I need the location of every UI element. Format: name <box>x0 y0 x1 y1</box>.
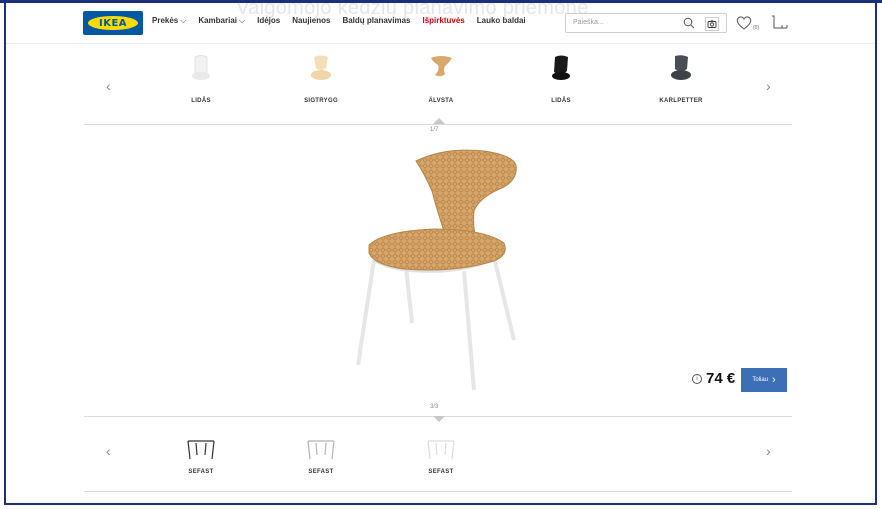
seat-counter: 1/7 <box>430 127 439 133</box>
selected-frame-indicator <box>433 416 445 422</box>
next-button-label: Toliau <box>752 377 768 383</box>
nav-item-new[interactable]: Naujienos <box>292 16 330 26</box>
cart-icon[interactable] <box>770 13 790 33</box>
frame-next-arrow[interactable]: › <box>766 443 771 459</box>
nav-item-sale[interactable]: Išpirktuvės <box>422 16 464 26</box>
frame-light-image <box>427 440 455 460</box>
search-icon[interactable] <box>683 17 695 29</box>
seat-label: LIDÅS <box>191 98 211 104</box>
seat-option-alvsta[interactable]: ÄLVSTA <box>396 54 486 104</box>
frame-black-image <box>187 440 215 460</box>
next-button[interactable]: Toliau › <box>741 368 787 392</box>
ikea-logo[interactable]: IKEA <box>83 11 143 35</box>
seat-label: SIGTRYGG <box>304 98 338 104</box>
nav-item-outdoor[interactable]: Lauko baldai <box>477 16 526 26</box>
heart-icon[interactable] <box>735 14 753 32</box>
frame-option-sefast-white[interactable]: SEFAST <box>276 437 366 475</box>
frame-label: SEFAST <box>428 469 454 475</box>
frame-carousel: ‹ › SEFAST SEFAST SEFAST <box>84 416 792 492</box>
seat-option-sigtrygg[interactable]: SIGTRYGG <box>276 54 366 104</box>
site-header: Valgomojo kėdžių planavimo priemonė IKEA… <box>6 3 875 44</box>
search-input[interactable]: Paieška... <box>565 13 727 33</box>
nav-item-rooms[interactable]: Kambariai ⌵ <box>198 16 245 26</box>
seat-alvsta-image <box>431 56 452 77</box>
seat-label: KARLPETTER <box>659 98 703 104</box>
selected-seat-indicator <box>433 118 445 124</box>
seat-black-image <box>552 55 570 80</box>
price-value: 74 € <box>706 370 736 387</box>
frame-label: SEFAST <box>308 469 334 475</box>
price-section: i 74 € <box>692 370 735 387</box>
frame-prev-arrow[interactable]: ‹ <box>106 443 111 459</box>
frame-label: SEFAST <box>188 469 214 475</box>
seat-option-karlpetter[interactable]: KARLPETTER <box>636 54 726 104</box>
nav-item-planning[interactable]: Baldų planavimas <box>342 16 410 26</box>
favorites-count: (0) <box>753 25 760 31</box>
seat-prev-arrow[interactable]: ‹ <box>106 78 111 94</box>
chevron-right-icon: › <box>772 374 776 386</box>
chevron-down-icon: ⌵ <box>180 16 187 25</box>
seat-option-lidas-white[interactable]: LIDÅS <box>156 54 246 104</box>
frame-option-sefast-light[interactable]: SEFAST <box>396 437 486 475</box>
seat-label: ÄLVSTA <box>428 98 454 104</box>
main-nav: Prekės ⌵ Kambariai ⌵ Idėjos Naujienos Bald… <box>152 16 526 26</box>
frame-white-image <box>307 440 335 460</box>
seat-next-arrow[interactable]: › <box>766 78 771 94</box>
logo-oval: IKEA <box>88 16 138 30</box>
app-frame: Valgomojo kėdžių planavimo priemonė IKEA… <box>4 3 877 505</box>
camera-icon[interactable] <box>705 17 719 31</box>
seat-karlpetter-image <box>671 55 691 80</box>
nav-item-products[interactable]: Prekės ⌵ <box>152 16 186 26</box>
logo-text: IKEA <box>98 17 128 29</box>
seat-sigtrygg-image <box>311 55 331 80</box>
seat-label: LIDÅS <box>551 98 571 104</box>
frame-counter: 3/3 <box>430 404 439 410</box>
nav-item-ideas[interactable]: Idėjos <box>257 16 280 26</box>
frame-option-sefast-black[interactable]: SEFAST <box>156 437 246 475</box>
search-placeholder: Paieška... <box>573 19 604 26</box>
seat-carousel: ‹ › LIDÅS SIGTRYGG ÄLVSTA LIDÅS KARLPETT… <box>84 50 792 125</box>
chair-preview-image <box>356 149 517 391</box>
seat-option-lidas-black[interactable]: LIDÅS <box>516 54 606 104</box>
info-icon[interactable]: i <box>692 373 702 384</box>
seat-white-image <box>192 55 210 80</box>
chevron-down-icon: ⌵ <box>239 16 246 25</box>
